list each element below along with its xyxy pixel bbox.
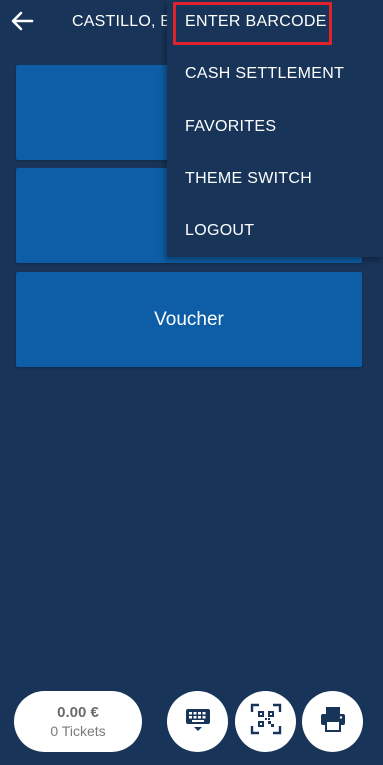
ticket-total-pill[interactable]: 0.00 € 0 Tickets xyxy=(14,691,142,752)
highlight-box xyxy=(173,2,332,45)
keyboard-icon xyxy=(183,704,213,739)
printer-icon xyxy=(318,704,348,739)
print-button[interactable] xyxy=(302,691,363,752)
menu-item-logout[interactable]: LOGOUT xyxy=(185,222,254,240)
arrow-left-icon[interactable] xyxy=(8,6,38,36)
voucher-tile-label: Voucher xyxy=(154,308,224,330)
menu-item-favorites[interactable]: FAVORITES xyxy=(185,118,276,136)
ticket-count: 0 Tickets xyxy=(50,722,106,739)
menu-item-cash-settlement[interactable]: CASH SETTLEMENT xyxy=(185,65,344,83)
voucher-tile[interactable]: Voucher xyxy=(16,272,362,367)
header-title: CASTILLO, B xyxy=(72,13,172,30)
menu-item-theme-switch[interactable]: THEME SWITCH xyxy=(185,170,312,188)
qr-code-scan-icon xyxy=(250,703,282,740)
keyboard-button[interactable] xyxy=(167,691,228,752)
scan-barcode-button[interactable] xyxy=(235,691,296,752)
total-amount: 0.00 € xyxy=(57,703,99,721)
